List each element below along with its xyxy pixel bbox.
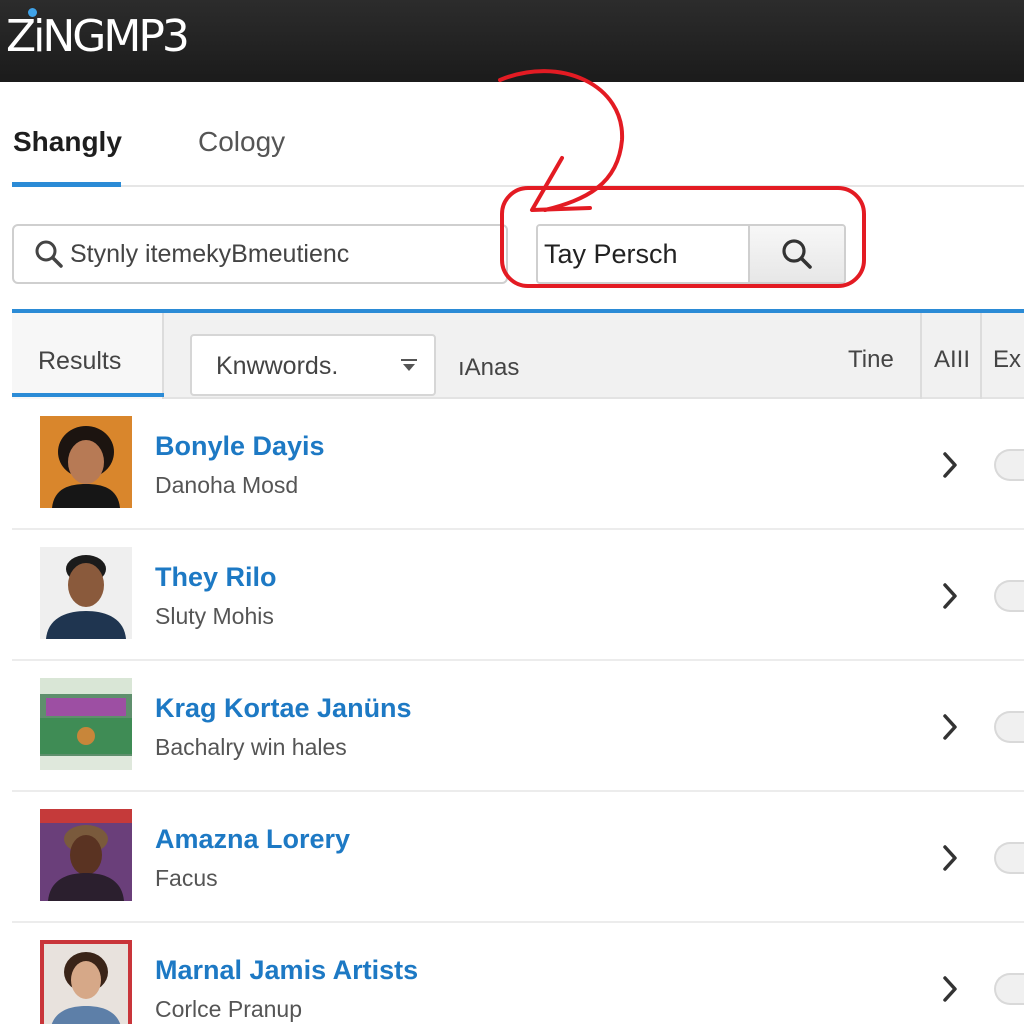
column-extra[interactable]: Ex [993, 346, 1021, 374]
tab-results[interactable]: Results [12, 313, 164, 399]
results-tab-indicator [12, 393, 164, 397]
main-search-box[interactable]: Stynly itemekyBmeutienc [12, 224, 508, 284]
logo-accent-dot [28, 8, 37, 17]
toggle-icon[interactable] [994, 449, 1024, 481]
list-item[interactable]: They Rilo Sluty Mohis [12, 530, 1024, 661]
nav-divider [121, 185, 1024, 187]
filter-label[interactable]: ıAnas [458, 354, 519, 382]
column-divider [920, 313, 922, 399]
column-all[interactable]: AIII [934, 346, 970, 374]
chevron-right-icon[interactable] [940, 451, 960, 479]
item-title[interactable]: Marnal Jamis Artists [155, 955, 418, 986]
search-icon [35, 240, 63, 268]
item-subtitle: Danoha Mosd [155, 472, 299, 498]
item-title[interactable]: Amazna Lorery [155, 824, 350, 855]
search-button[interactable] [748, 226, 844, 282]
album-cover-thumbnail [40, 678, 132, 770]
item-title[interactable]: Bonyle Dayis [155, 431, 325, 462]
album-cover-thumbnail [40, 809, 132, 901]
item-title[interactable]: Krag Kortae Janüns [155, 693, 412, 724]
artist-thumbnail [40, 547, 132, 639]
artist-thumbnail [40, 416, 132, 508]
toggle-icon[interactable] [994, 842, 1024, 874]
tab-cology[interactable]: Cology [198, 122, 285, 162]
list-item[interactable]: Amazna Lorery Facus [12, 792, 1024, 923]
list-item[interactable]: Krag Kortae Janüns Bachalry win hales [12, 661, 1024, 792]
item-subtitle: Facus [155, 865, 218, 891]
chevron-right-icon[interactable] [940, 844, 960, 872]
column-divider [980, 313, 982, 399]
list-item[interactable]: Marnal Jamis Artists Corlce Pranup [12, 923, 1024, 1024]
active-tab-indicator [12, 182, 121, 187]
top-bar: ZiNGMP3 [0, 0, 1024, 82]
toggle-icon[interactable] [994, 973, 1024, 1005]
chevron-down-icon [401, 359, 417, 371]
toggle-icon[interactable] [994, 580, 1024, 612]
chevron-right-icon[interactable] [940, 582, 960, 610]
filter-bar: Results Knwwords. ıAnas Tine AIII Ex [12, 313, 1024, 399]
secondary-search [536, 224, 846, 284]
column-time[interactable]: Tine [848, 346, 894, 374]
magazine-cover-thumbnail [40, 940, 132, 1024]
list-item[interactable]: Bonyle Dayis Danoha Mosd [12, 399, 1024, 530]
item-subtitle: Bachalry win hales [155, 734, 347, 760]
chevron-right-icon[interactable] [940, 975, 960, 1003]
item-subtitle: Sluty Mohis [155, 603, 274, 629]
tab-shangly[interactable]: Shangly [13, 122, 122, 162]
secondary-search-input[interactable] [538, 226, 748, 282]
keywords-dropdown-value: Knwwords. [216, 352, 339, 380]
nav-tabs: Shangly Cology [0, 82, 1024, 188]
search-icon [782, 239, 812, 269]
keywords-dropdown[interactable]: Knwwords. [190, 334, 436, 396]
main-search-text[interactable]: Stynly itemekyBmeutienc [70, 240, 349, 269]
chevron-right-icon[interactable] [940, 713, 960, 741]
results-panel: Results Knwwords. ıAnas Tine AIII Ex Bon… [12, 309, 1024, 1024]
toggle-icon[interactable] [994, 711, 1024, 743]
item-subtitle: Corlce Pranup [155, 996, 303, 1022]
item-title[interactable]: They Rilo [155, 562, 277, 593]
